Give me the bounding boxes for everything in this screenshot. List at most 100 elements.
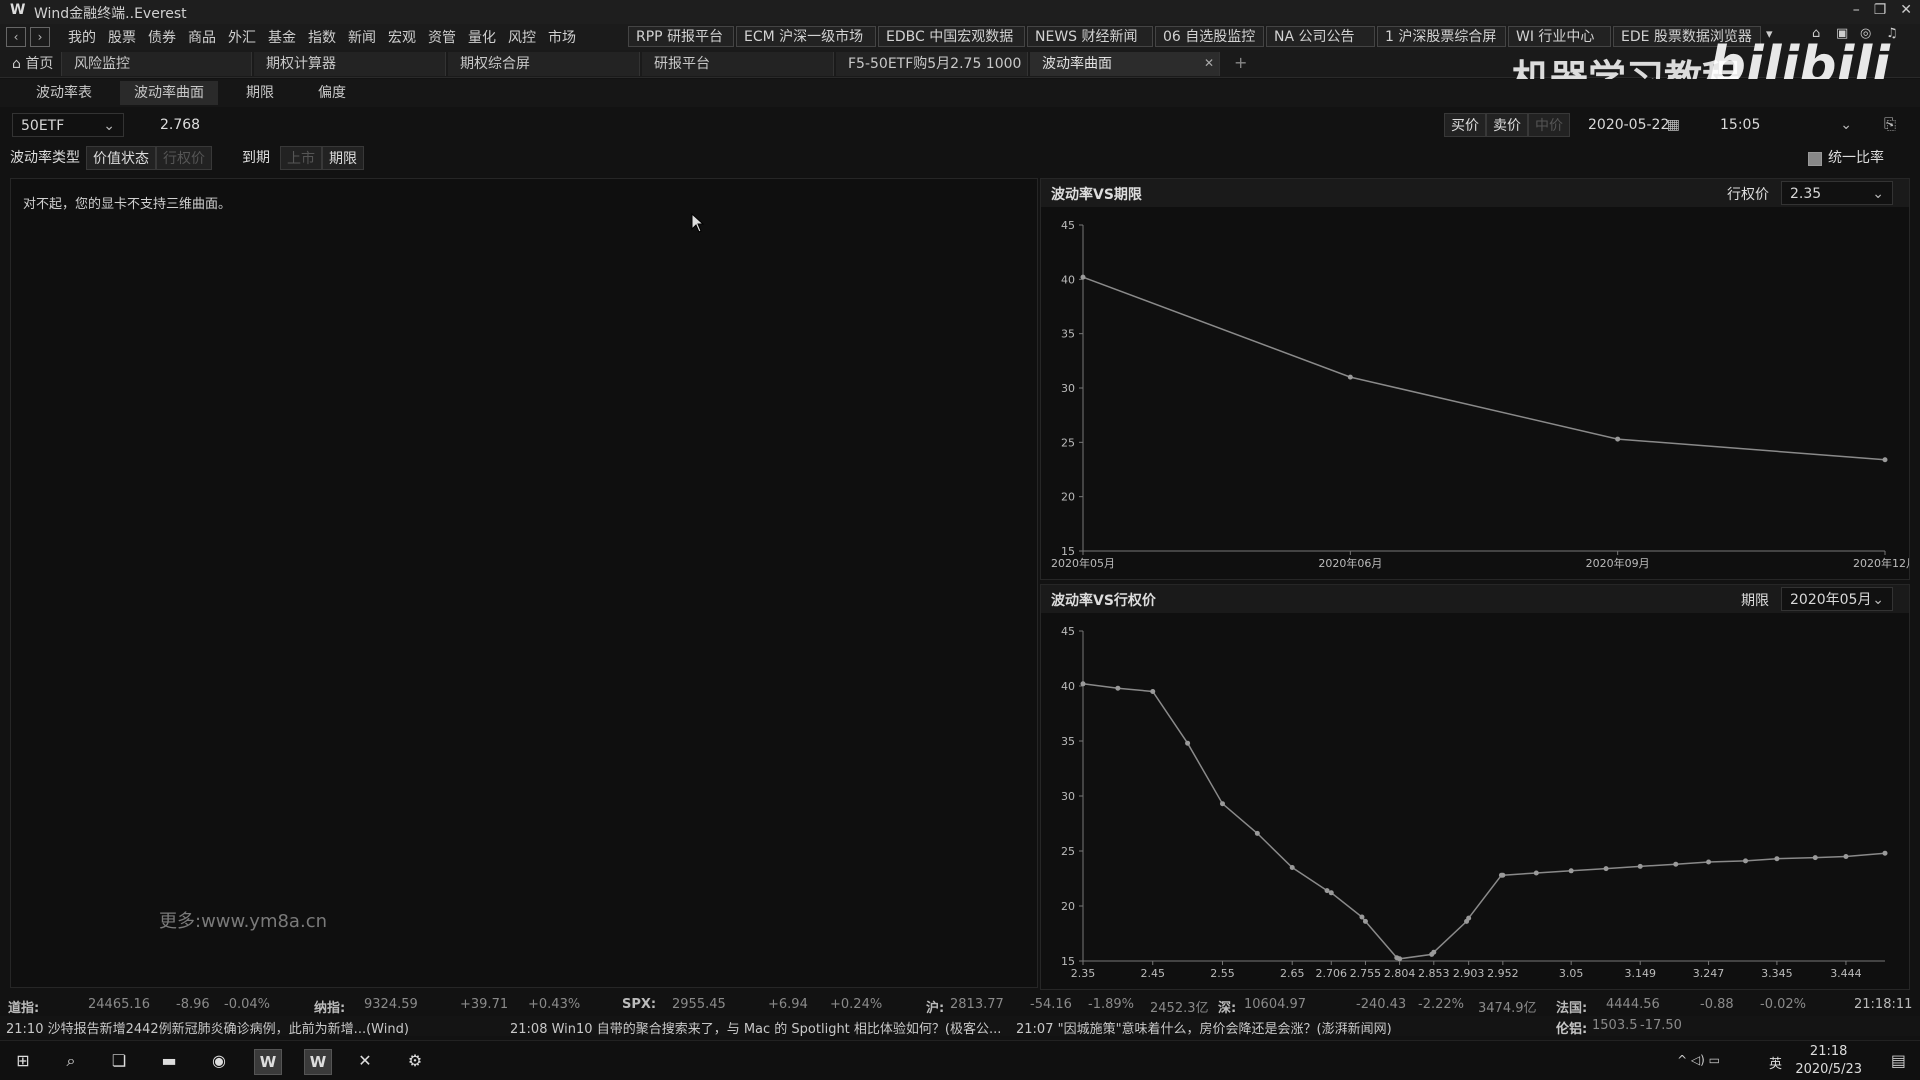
chart-title: 波动率VS期限 bbox=[1051, 187, 1142, 203]
quick-access-button[interactable]: ECM 沪深一级市场 bbox=[736, 26, 876, 47]
document-tab[interactable]: 风险监控 bbox=[62, 52, 252, 76]
listed-button[interactable]: 上市 bbox=[280, 146, 322, 170]
menu-item[interactable]: 指数 bbox=[308, 27, 336, 47]
close-tab-icon[interactable]: ✕ bbox=[1204, 56, 1214, 70]
data-point bbox=[1774, 856, 1780, 862]
term-select[interactable]: 2020年05月 ⌄ bbox=[1781, 587, 1893, 611]
add-tab-icon[interactable]: + bbox=[1234, 53, 1247, 72]
menu-item[interactable]: 债券 bbox=[148, 27, 176, 47]
vol-vs-term-panel: 波动率VS期限 行权价 2.35 ⌄ 15 20 25 30 35 40 45 2020年05… bbox=[1040, 178, 1910, 580]
menu-item[interactable]: 宏观 bbox=[388, 27, 416, 47]
tray-icons[interactable]: ^ ◁) ▭ bbox=[1677, 1053, 1720, 1067]
subtab[interactable]: 期限 bbox=[232, 81, 288, 105]
commodity-value: 1503.5 bbox=[1592, 1018, 1638, 1033]
document-tab[interactable]: 期权综合屏 bbox=[448, 52, 640, 76]
wind-app-2-icon[interactable]: W bbox=[304, 1049, 332, 1075]
x-tick-label: 3.247 bbox=[1693, 967, 1725, 980]
subtab[interactable]: 波动率曲面 bbox=[120, 81, 218, 105]
news-item[interactable]: 21:08 Win10 自带的聚合搜索来了，与 Mac 的 Spotlight … bbox=[510, 1018, 1001, 1037]
wind-app-icon[interactable]: W bbox=[254, 1049, 282, 1075]
strike-button[interactable]: 行权价 bbox=[156, 146, 212, 170]
task-view-icon[interactable]: ❏ bbox=[106, 1049, 132, 1073]
restore-icon[interactable]: ❐ bbox=[1874, 2, 1887, 18]
y-tick-label: 35 bbox=[1061, 328, 1075, 341]
panel-header: 波动率VS期限 行权价 2.35 ⌄ bbox=[1041, 179, 1909, 207]
chevron-down-icon: ⌄ bbox=[1840, 117, 1852, 133]
menu-item[interactable]: 股票 bbox=[108, 27, 136, 47]
ticker-name: 深: bbox=[1218, 1001, 1237, 1016]
news-ticker: 21:10 沙特报告新增2442例新冠肺炎确诊病例，此前为新增...(Wind)… bbox=[0, 1016, 1920, 1037]
unify-ratio-checkbox[interactable] bbox=[1808, 152, 1822, 166]
term-button[interactable]: 期限 bbox=[322, 146, 364, 170]
input-language[interactable]: 英 bbox=[1769, 1053, 1782, 1072]
document-tab[interactable]: 期权计算器 bbox=[254, 52, 446, 76]
value-state-button[interactable]: 价值状态 bbox=[86, 146, 156, 170]
price-type-button[interactable]: 卖价 bbox=[1486, 113, 1528, 137]
menu-item[interactable]: 新闻 bbox=[348, 27, 376, 47]
ticker-name: SPX: bbox=[622, 997, 657, 1012]
news-item[interactable]: 21:10 沙特报告新增2442例新冠肺炎确诊病例，此前为新增...(Wind) bbox=[6, 1018, 409, 1037]
data-point bbox=[1289, 865, 1295, 870]
quick-access-button[interactable]: WI 行业中心 bbox=[1508, 26, 1611, 47]
menu-item[interactable]: 我的 bbox=[68, 27, 96, 47]
tool-icon[interactable]: ⚙ bbox=[402, 1049, 428, 1073]
ticker-time: 21:18:11 bbox=[1854, 997, 1913, 1012]
browser-icon[interactable]: ◉ bbox=[206, 1049, 232, 1073]
close-icon[interactable]: ✕ bbox=[1900, 2, 1912, 18]
tab-home[interactable]: ⌂ 首页 bbox=[4, 52, 62, 76]
menu-item[interactable]: 基金 bbox=[268, 27, 296, 47]
quick-access-button[interactable]: 06 自选股监控 bbox=[1155, 26, 1264, 47]
export-icon[interactable]: ⎘ bbox=[1884, 115, 1896, 133]
document-tab[interactable]: 波动率曲面 bbox=[1030, 52, 1220, 76]
price-type-button[interactable]: 买价 bbox=[1444, 113, 1486, 137]
subtab[interactable]: 波动率表 bbox=[22, 81, 106, 105]
vol-vs-strike-panel: 波动率VS行权价 期限 2020年05月 ⌄ 15 20 25 30 35 40 45 2.3… bbox=[1040, 584, 1910, 990]
app-logo-icon: W bbox=[10, 2, 26, 18]
date-picker[interactable]: 2020-05-22 ▦ bbox=[1580, 113, 1688, 137]
menu-item[interactable]: 市场 bbox=[548, 27, 576, 47]
menu-item[interactable]: 量化 bbox=[468, 27, 496, 47]
minimize-icon[interactable]: – bbox=[1853, 2, 1860, 18]
data-point bbox=[1466, 915, 1472, 921]
menu-item[interactable]: 商品 bbox=[188, 27, 216, 47]
time-select[interactable]: 15:05 ⌄ bbox=[1712, 113, 1860, 137]
data-point bbox=[1673, 861, 1679, 867]
ticker-chg: +6.94 bbox=[768, 997, 808, 1012]
calendar-icon: ▦ bbox=[1666, 117, 1680, 133]
data-point bbox=[1706, 859, 1712, 865]
file-explorer-icon[interactable]: ▬ bbox=[156, 1049, 182, 1073]
back-icon[interactable]: ‹ bbox=[6, 27, 26, 47]
forward-icon[interactable]: › bbox=[30, 27, 50, 47]
x-tick-label: 2020年05月 bbox=[1051, 556, 1115, 570]
strike-select[interactable]: 2.35 ⌄ bbox=[1781, 181, 1893, 205]
search-icon[interactable]: ⌕ bbox=[58, 1049, 84, 1073]
menu-item[interactable]: 风控 bbox=[508, 27, 536, 47]
system-clock[interactable]: 21:18 2020/5/23 bbox=[1795, 1043, 1862, 1079]
windows-start-icon[interactable]: ⊞ bbox=[10, 1049, 36, 1073]
strike-value: 2.35 bbox=[1790, 186, 1822, 202]
price-type-button[interactable]: 中价 bbox=[1528, 113, 1570, 137]
document-tab[interactable]: 研报平台 bbox=[642, 52, 834, 76]
x-tick-label: 2.755 bbox=[1350, 967, 1382, 980]
underlying-select[interactable]: 50ETF ⌄ bbox=[12, 113, 124, 137]
x-tick-label: 2.952 bbox=[1487, 967, 1519, 980]
excel-icon[interactable]: ✕ bbox=[352, 1049, 378, 1073]
quick-access-button[interactable]: NA 公司公告 bbox=[1266, 26, 1375, 47]
subtab[interactable]: 偏度 bbox=[304, 81, 360, 105]
surface-panel: 对不起，您的显卡不支持三维曲面。 更多:www.ym8a.cn bbox=[10, 178, 1038, 988]
notification-icon[interactable]: ▤ bbox=[1891, 1051, 1906, 1070]
document-tab[interactable]: F5-50ETF购5月2.75 1000 bbox=[836, 52, 1028, 76]
quick-access-button[interactable]: 1 沪深股票综合屏 bbox=[1377, 26, 1506, 47]
x-tick-label: 3.444 bbox=[1830, 967, 1862, 980]
menu-item[interactable]: 外汇 bbox=[228, 27, 256, 47]
quick-access-button[interactable]: EDBC 中国宏观数据 bbox=[878, 26, 1025, 47]
market-ticker: 道指: 24465.16 -8.96 -0.04% 纳指: 9324.59 +39.71 +0… bbox=[0, 995, 1920, 1016]
unsupported-message: 对不起，您的显卡不支持三维曲面。 bbox=[23, 197, 232, 212]
data-point bbox=[1431, 949, 1437, 955]
unify-ratio-label: 统一比率 bbox=[1828, 150, 1884, 166]
house-icon: ⌂ bbox=[12, 56, 21, 72]
news-item[interactable]: 21:07 "因城施策"意味着什么，房价会降还是会涨？(澎湃新闻网) bbox=[1016, 1018, 1392, 1037]
quick-access-button[interactable]: NEWS 财经新闻 bbox=[1027, 26, 1153, 47]
quick-access-button[interactable]: RPP 研报平台 bbox=[628, 26, 734, 47]
menu-item[interactable]: 资管 bbox=[428, 27, 456, 47]
